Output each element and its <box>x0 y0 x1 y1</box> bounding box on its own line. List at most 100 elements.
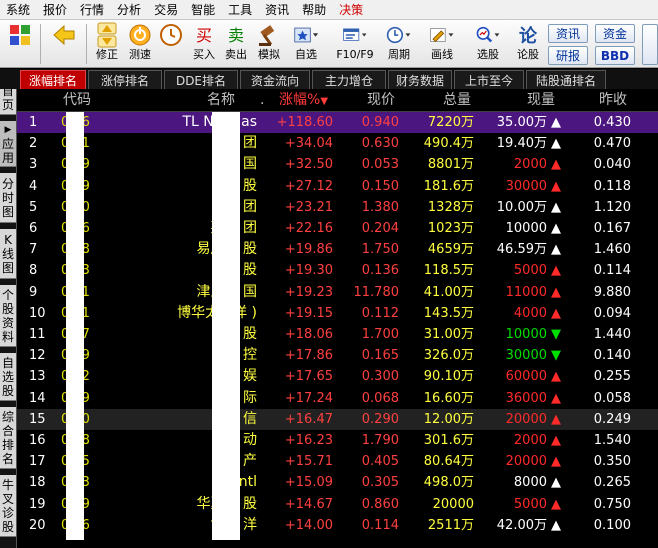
table-row[interactable]: 200 76博华 洋+14.000.1142511万42.00万▲0.100 <box>17 515 658 536</box>
menu-quote[interactable]: 报价 <box>37 0 74 20</box>
current-volume: 30000 <box>505 348 547 364</box>
back-button[interactable] <box>48 22 80 66</box>
menu-trade[interactable]: 交易 <box>148 0 185 20</box>
simulate-label: 模拟 <box>258 48 280 61</box>
col-current-vol[interactable]: 现量 <box>527 89 555 112</box>
table-row[interactable]: 20 01源 团+34.040.630490.4万19.40万▲0.470 <box>17 133 658 154</box>
trend-arrow-icon: ▲ <box>551 221 561 236</box>
tab-main-increase[interactable]: 主力增仓 <box>312 70 386 89</box>
col-volume[interactable]: 总量 <box>443 89 471 112</box>
table-row[interactable]: 70 48易居企 股+19.861.7504659万46.59万▲1.460 <box>17 239 658 260</box>
current-volume: 10.00万 <box>496 199 547 215</box>
menu-market[interactable]: 行情 <box>74 0 111 20</box>
funds-button[interactable]: 资金 <box>595 24 635 43</box>
fix-button[interactable]: 修正 <box>91 22 123 66</box>
col-code[interactable]: 代码 <box>63 89 91 112</box>
menu-info[interactable]: 资讯 <box>259 0 296 20</box>
table-row[interactable]: 10 36TL Natu as+118.600.9407220万35.00万▲0… <box>17 112 658 133</box>
simulate-button[interactable]: 模拟 <box>253 22 285 66</box>
tab-financial[interactable]: 财务数据 <box>388 70 452 89</box>
pencil-icon <box>429 22 455 48</box>
tab-since-listing[interactable]: 上市至今 <box>454 70 524 89</box>
table-row[interactable]: 130 72拉 娱+17.650.30090.10万60000▲0.255 <box>17 366 658 387</box>
table-row[interactable]: 100 71博华太平洋 )+19.150.112143.5万4000▲0.094 <box>17 303 658 324</box>
research-button[interactable]: 研报 <box>548 46 588 65</box>
left-tab-ranking[interactable]: 综合排名 <box>0 407 16 469</box>
forum-button[interactable]: 论 论股 <box>512 22 544 66</box>
col-change-pct[interactable]: 涨幅%▼ <box>279 89 328 112</box>
table-row[interactable]: 80 43伟 股+19.300.136118.5万5000▲0.114 <box>17 260 658 281</box>
trend-arrow-icon: ▲ <box>551 199 561 215</box>
row-index: 1 <box>29 115 38 130</box>
total-volume: 7220万 <box>427 115 474 130</box>
menu-decision[interactable]: 决策 <box>333 0 370 20</box>
table-row[interactable]: 110 27卓 股+18.061.70031.00万10000▼1.440 <box>17 324 658 345</box>
change-pct: +14.00 <box>284 517 333 533</box>
row-index: 8 <box>29 263 38 279</box>
total-volume: 326.0万 <box>423 348 474 364</box>
col-prev-close[interactable]: 昨收 <box>599 89 627 112</box>
table-row[interactable]: 90 51津上机 国+19.2311.78041.00万11000▲9.880 <box>17 282 658 303</box>
left-tab-diagnosis[interactable]: 牛叉诊股 <box>0 475 16 537</box>
stock-picker-button[interactable]: 选股 <box>470 22 506 66</box>
trend-arrow-icon: ▲ <box>551 178 561 194</box>
table-row[interactable]: 40 69富 股+27.120.150181.6万30000▲0.118 <box>17 176 658 197</box>
tab-gain-rank[interactable]: 涨幅排名 <box>20 70 86 89</box>
buy-button[interactable]: 买 买入 <box>188 22 220 66</box>
left-tab-kline[interactable]: K线图 <box>0 229 16 279</box>
fix-label: 修正 <box>96 48 118 61</box>
tab-limit-up-rank[interactable]: 涨停排名 <box>88 70 162 89</box>
sell-button[interactable]: 卖 卖出 <box>220 22 252 66</box>
row-index: 11 <box>29 327 46 342</box>
left-tab-watchlist[interactable]: 自选股 <box>0 353 16 401</box>
table-row[interactable]: 150 60国 信+16.470.29012.00万20000▲0.249 <box>17 408 658 430</box>
table-row[interactable]: 60 36英马 团+22.160.2041023万10000▲0.167 <box>17 218 658 239</box>
period-button[interactable]: 周期 <box>381 22 417 66</box>
clock-button[interactable] <box>155 22 187 66</box>
row-index: 2 <box>29 136 38 152</box>
table-row[interactable]: 190 09华夏能 股+14.670.860200005000▲0.750 <box>17 494 658 515</box>
left-tab-apps[interactable]: ▶ 应用 <box>0 121 16 167</box>
menu-help[interactable]: 帮助 <box>296 0 333 20</box>
prev-close: 0.140 <box>593 348 631 364</box>
menu-system[interactable]: 系统 <box>0 0 37 20</box>
menu-smart[interactable]: 智能 <box>185 0 222 20</box>
row-index: 17 <box>29 454 46 470</box>
menu-analysis[interactable]: 分析 <box>111 0 148 20</box>
left-tab-timeshare[interactable]: 分时图 <box>0 173 16 223</box>
left-tab-stock-info[interactable]: 个股资料 <box>0 285 16 347</box>
row-index: 14 <box>29 390 46 406</box>
change-pct: +118.60 <box>276 115 333 130</box>
prev-close: 1.540 <box>593 433 631 448</box>
f10-button[interactable]: F10/F9 <box>335 22 375 66</box>
change-pct: +23.21 <box>284 199 333 215</box>
col-price[interactable]: 现价 <box>367 89 395 112</box>
change-pct: +17.24 <box>284 390 333 406</box>
table-row[interactable]: 160 98家 动+16.231.790301.6万2000▲1.540 <box>17 430 658 451</box>
tab-fund-flow[interactable]: 资金流向 <box>240 70 310 89</box>
trend-arrow-icon: ▲ <box>551 496 561 512</box>
table-row[interactable]: 120 49瑞 控+17.860.165326.0万30000▼0.140 <box>17 345 658 366</box>
more-button[interactable] <box>642 24 658 65</box>
layout-button[interactable] <box>4 22 36 66</box>
tab-connect-rank[interactable]: 陆股通排名 <box>526 70 606 89</box>
table-row[interactable]: 180 83G ntl+15.090.305498.0万8000▲0.265 <box>17 472 658 493</box>
tab-dde-rank[interactable]: DDE排名 <box>164 70 238 89</box>
change-pct: +17.86 <box>284 348 333 364</box>
bbd-button[interactable]: BBD <box>595 46 635 65</box>
news-button[interactable]: 资讯 <box>548 24 588 43</box>
draw-line-button[interactable]: 画线 <box>424 22 460 66</box>
table-row[interactable]: 30 09新 国+32.500.0538801万2000▲0.040 <box>17 154 658 175</box>
col-name[interactable]: 名称 <box>207 89 235 112</box>
table-row[interactable]: 170 25亚 产+15.710.40580.64万20000▲0.350 <box>17 451 658 472</box>
table-row[interactable]: 50 50海 团+23.211.3801328万10.00万▲1.120 <box>17 197 658 218</box>
price: 1.380 <box>361 199 399 215</box>
total-volume: 20000 <box>432 496 474 512</box>
trend-arrow-icon: ▲ <box>551 115 561 130</box>
menu-tools[interactable]: 工具 <box>222 0 259 20</box>
speed-test-button[interactable]: 测速 <box>124 22 156 66</box>
watchlist-button[interactable]: 自选 <box>290 22 322 66</box>
total-volume: 4659万 <box>427 242 474 258</box>
period-label: 周期 <box>388 48 410 61</box>
table-row[interactable]: 140 69华 际+17.240.06816.60万36000▲0.058 <box>17 388 658 409</box>
